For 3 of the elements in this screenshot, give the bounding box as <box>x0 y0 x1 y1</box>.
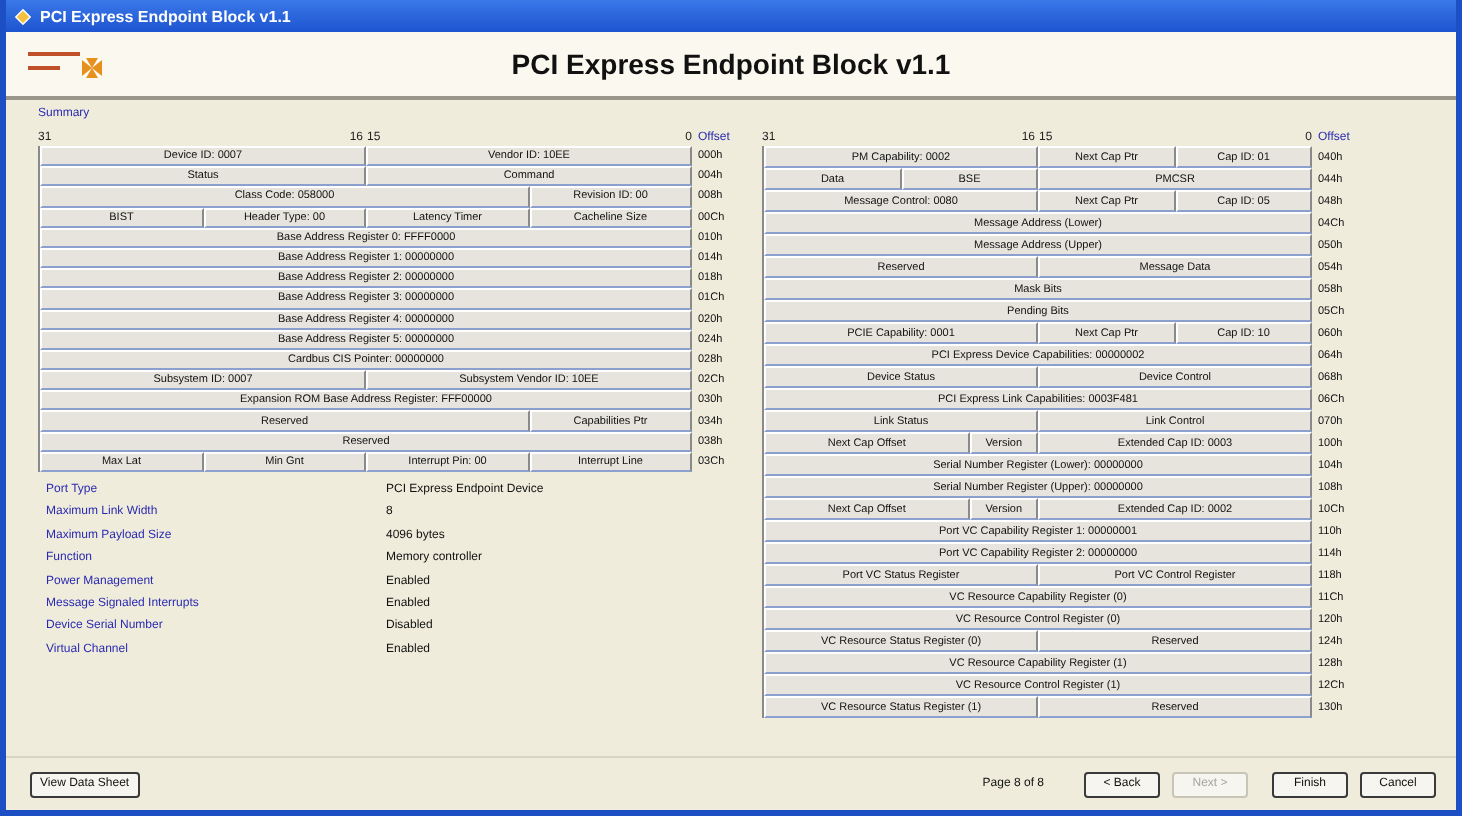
page-heading: PCI Express Endpoint Block v1.1 <box>509 48 953 80</box>
app-icon <box>14 7 32 25</box>
window-title: PCI Express Endpoint Block v1.1 <box>40 7 291 25</box>
